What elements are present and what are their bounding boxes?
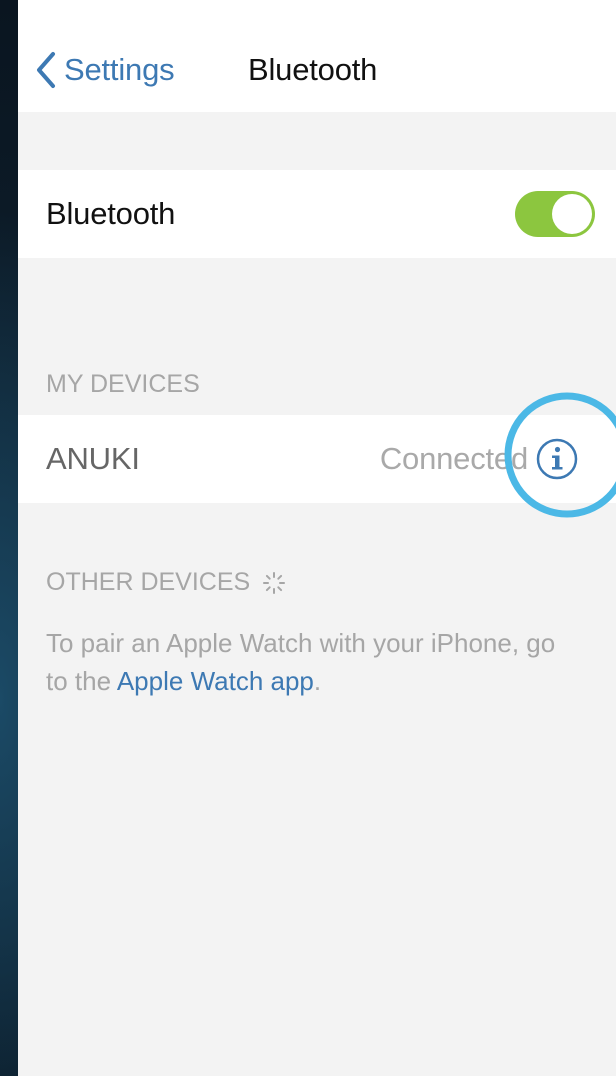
device-row-anuki[interactable]: ANUKI Connected [18,415,616,503]
page-title: Bluetooth [248,52,378,87]
navigation-bar: Settings Bluetooth [18,0,616,112]
toggle-knob [552,194,592,234]
other-devices-header-label: OTHER DEVICES [46,568,251,596]
pair-text-suffix: . [313,666,322,696]
info-icon[interactable] [535,437,579,481]
loading-spinner-icon [263,571,286,594]
back-button[interactable]: Settings [32,48,175,92]
apple-watch-app-link[interactable]: Apple Watch app [117,666,314,696]
chevron-left-icon [37,52,55,88]
pair-instructions: To pair an Apple Watch with your iPhone,… [46,624,566,700]
bluetooth-toggle[interactable] [515,191,595,237]
device-name: ANUKI [46,441,140,476]
back-button-label: Settings [64,52,175,87]
device-status: Connected [379,441,528,476]
bluetooth-settings-screen: Settings Bluetooth Bluetooth MY DEVICES … [18,0,616,1076]
my-devices-header: MY DEVICES [46,370,200,398]
other-devices-header: OTHER DEVICES [46,568,286,597]
bluetooth-row-label: Bluetooth [46,196,176,231]
